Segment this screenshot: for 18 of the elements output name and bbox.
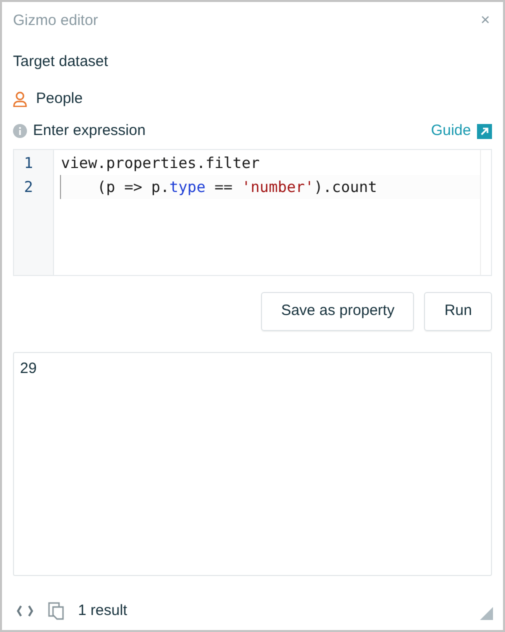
section-label: Target dataset [13, 52, 108, 72]
expression-label: Enter expression [33, 121, 146, 141]
result-count: 1 result [78, 600, 128, 620]
braces-icon[interactable] [16, 604, 34, 617]
external-link-icon [477, 124, 492, 139]
copy-icon[interactable] [48, 602, 64, 620]
line-number: 2 [23, 176, 34, 198]
person-icon [13, 90, 27, 107]
dataset-name: People [36, 88, 83, 108]
action-button[interactable]: Run [424, 292, 492, 330]
window-title: Gizmo editor [13, 10, 98, 31]
info-icon [13, 124, 27, 138]
code-line: view.properties.filter [60, 152, 261, 174]
resize-grip-icon[interactable] [480, 607, 493, 620]
line-number: 1 [23, 152, 34, 174]
output-value: 29 [20, 360, 37, 376]
code-editor[interactable]: 1 2 view.properties.filter (p => p.type == 'number').count [13, 148, 492, 276]
action-button[interactable]: Save as property [261, 292, 414, 330]
